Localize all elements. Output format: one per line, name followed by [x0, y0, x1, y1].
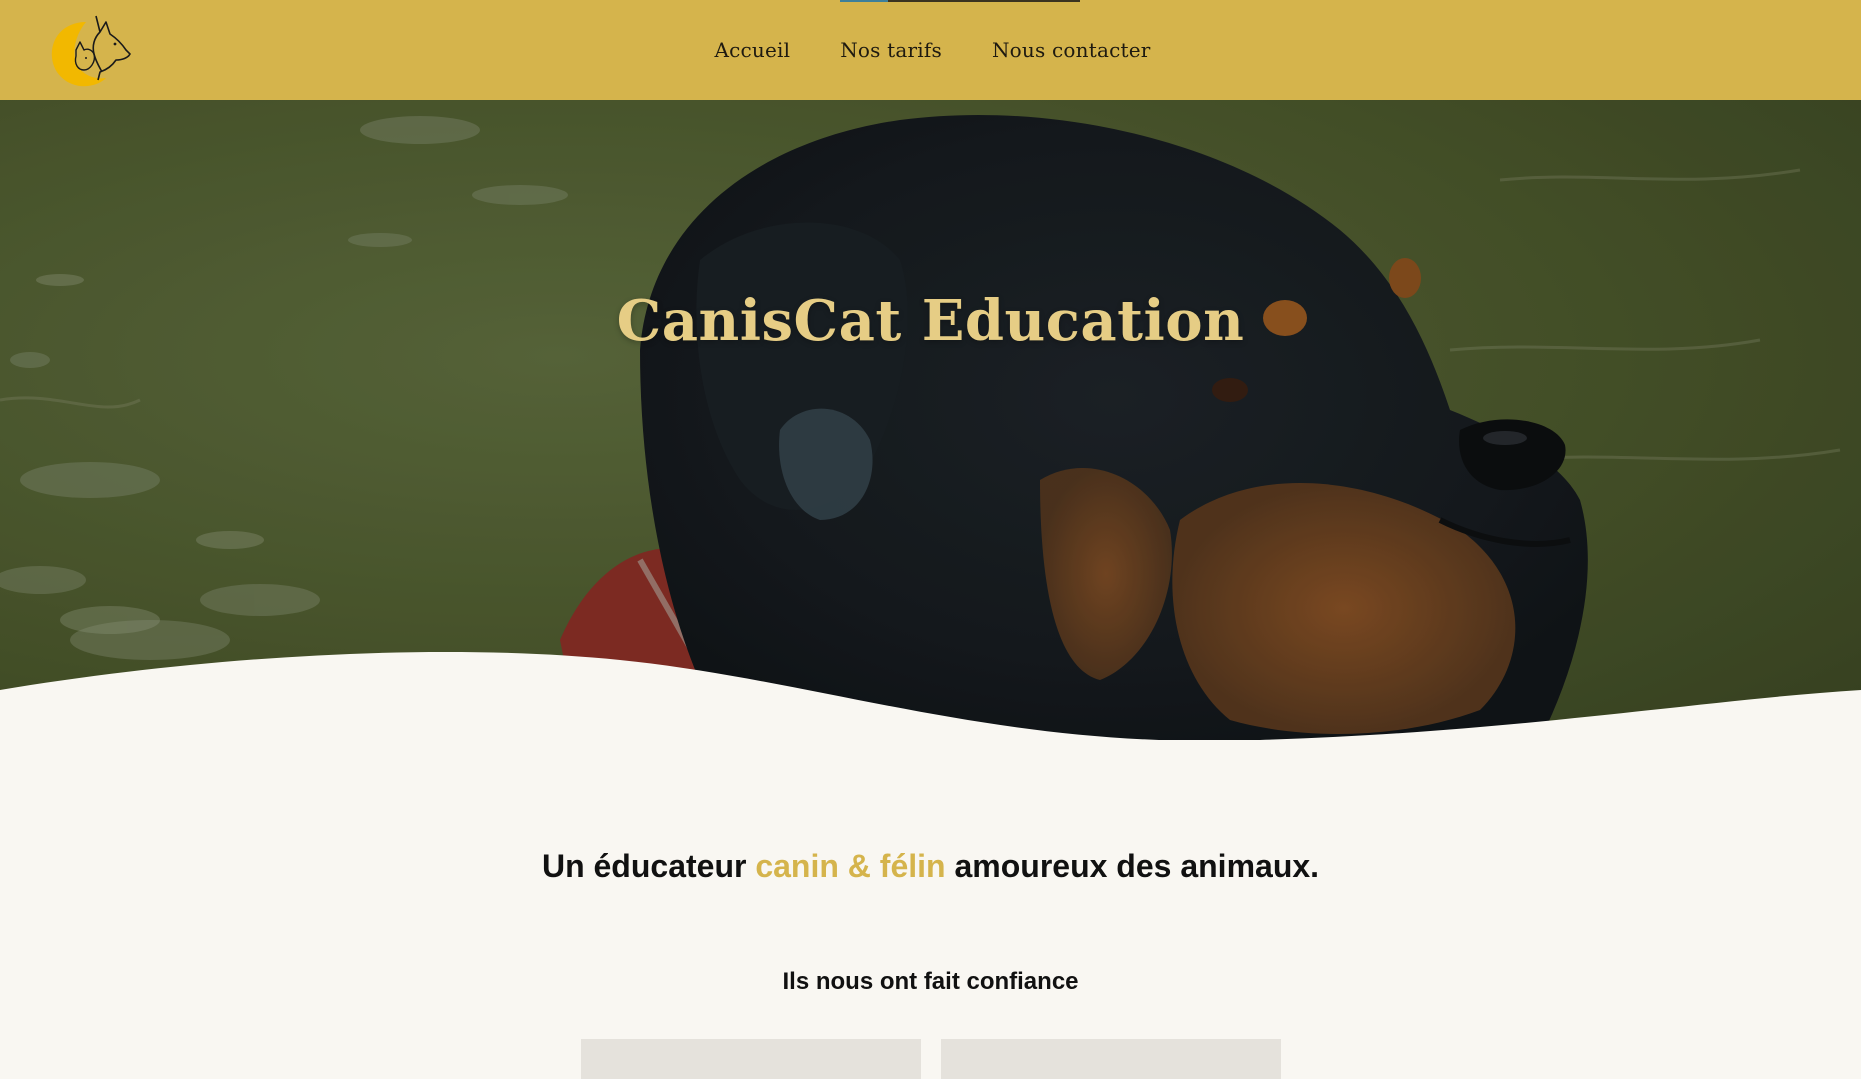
nav-item-accueil[interactable]: Accueil — [714, 38, 790, 62]
tagline: Un éducateur canin & félin amoureux des … — [0, 848, 1861, 885]
trust-section-title: Ils nous ont fait confiance — [782, 968, 1079, 995]
tagline-text-after: amoureux des animaux. — [945, 848, 1320, 884]
site-header: Accueil Nos tarifs Nous contacter — [0, 0, 1861, 100]
hero-title: CanisCat Education — [616, 288, 1245, 354]
partner-card — [941, 1039, 1281, 1079]
tagline-highlight: canin & félin — [755, 848, 946, 884]
nav-item-nos-tarifs[interactable]: Nos tarifs — [840, 38, 942, 62]
partner-card — [581, 1039, 921, 1079]
nav-item-nous-contacter[interactable]: Nous contacter — [992, 38, 1151, 62]
tagline-text-before: Un éducateur — [541, 848, 756, 884]
main-nav: Accueil Nos tarifs Nous contacter — [0, 0, 1861, 100]
rottweiler-in-water-image — [0, 100, 1861, 740]
hero-banner: CanisCat Education — [0, 100, 1861, 740]
